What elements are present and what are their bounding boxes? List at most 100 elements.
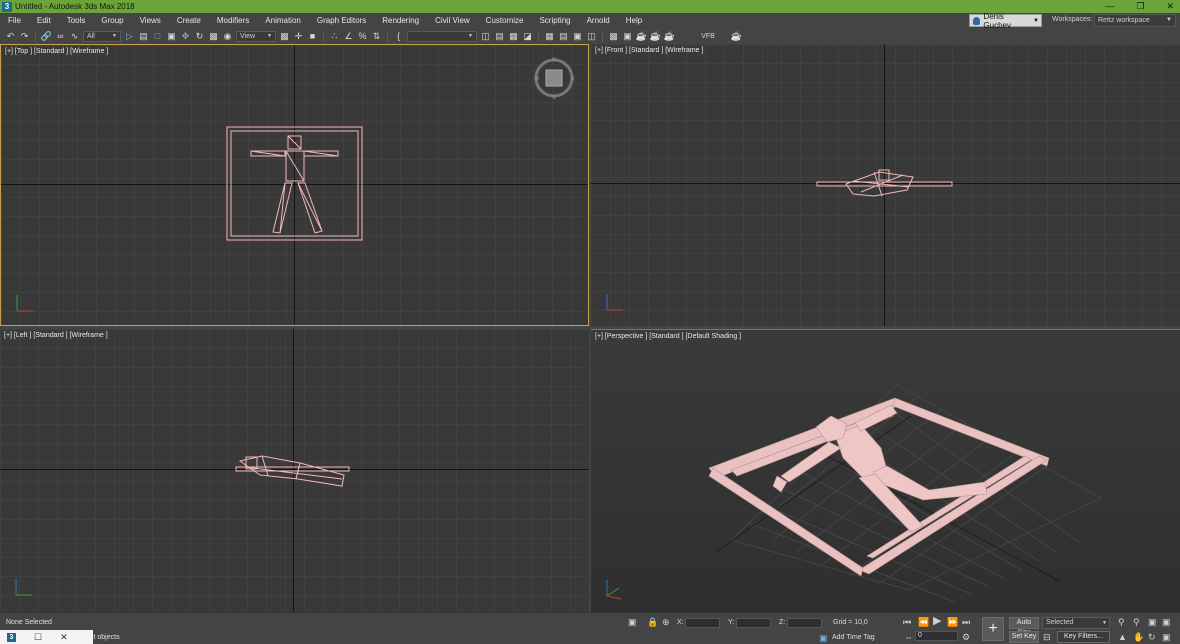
render-activeshade-icon[interactable]: ☕ — [664, 31, 675, 42]
y-coordinate-field[interactable] — [736, 618, 771, 628]
go-to-end-icon[interactable]: ⏭ — [962, 617, 970, 627]
pan-view-icon[interactable]: ✋ — [1133, 632, 1144, 642]
toggle-scene-explorer-icon[interactable]: ▦ — [508, 31, 519, 42]
menu-help[interactable]: Help — [618, 16, 650, 25]
toggle-layer-explorer-icon[interactable]: ◪ — [522, 31, 533, 42]
restore-icon[interactable]: ❐ — [1136, 0, 1144, 13]
viewport-left[interactable]: [+] [Left ] [Standard ] [Wireframe ] — [0, 329, 589, 612]
zoom-extents-all-icon[interactable]: ▣ — [1162, 617, 1171, 627]
rectangular-selection-icon[interactable]: □ — [152, 31, 163, 42]
material-editor-icon[interactable]: ◫ — [586, 31, 597, 42]
play-icon[interactable]: ▶ — [933, 616, 941, 627]
schematic-view-icon[interactable]: ▣ — [572, 31, 583, 42]
previous-frame-icon[interactable]: ⏪ — [918, 617, 929, 627]
time-configuration-icon[interactable]: ⚙ — [962, 632, 970, 642]
menu-scripting[interactable]: Scripting — [531, 16, 578, 25]
bind-space-warp-icon[interactable]: ∿ — [69, 31, 80, 42]
select-and-rotate-icon[interactable]: ↻ — [194, 31, 205, 42]
zoom-icon[interactable]: ⚲ — [1118, 617, 1125, 627]
user-account-dropdown[interactable]: Denis Guchev ▼ — [969, 12, 1042, 30]
absolute-mode-icon[interactable]: ⊕ — [662, 617, 670, 627]
menu-file[interactable]: File — [0, 16, 29, 25]
viewport-front[interactable]: [+] [Front ] [Standard ] [Wireframe ] — [591, 44, 1180, 326]
isolate-selection-icon[interactable]: ▣ — [628, 617, 637, 627]
menu-group[interactable]: Group — [93, 16, 131, 25]
rendered-frame-window-icon[interactable]: ▣ — [622, 31, 633, 42]
set-key-big-button[interactable]: + — [982, 617, 1004, 641]
link-icon[interactable]: 🔗 — [41, 31, 52, 42]
close-icon[interactable]: ✕ — [60, 632, 68, 643]
selection-status: None Selected — [6, 619, 52, 626]
menu-animation[interactable]: Animation — [257, 16, 309, 25]
next-frame-icon[interactable]: ⏩ — [947, 617, 958, 627]
z-coordinate-field[interactable] — [787, 618, 822, 628]
toggle-ribbon-icon[interactable]: ▦ — [544, 31, 555, 42]
selection-filter-dropdown[interactable]: All ▼ — [83, 30, 121, 42]
time-tag-icon[interactable]: ▣ — [819, 633, 828, 643]
zoom-extents-icon[interactable]: ▣ — [1148, 617, 1157, 627]
perspective-scene — [708, 384, 1103, 603]
menu-edit[interactable]: Edit — [29, 16, 59, 25]
x-coordinate-field[interactable] — [685, 618, 720, 628]
undo-icon[interactable]: ↶ — [5, 31, 16, 42]
menu-customize[interactable]: Customize — [478, 16, 532, 25]
pivot-center-icon[interactable]: ▩ — [279, 31, 290, 42]
menu-tools[interactable]: Tools — [59, 16, 94, 25]
key-mode-toggle-icon[interactable]: ⇔ — [904, 632, 913, 642]
viewcube[interactable]: N W E S — [1, 45, 589, 326]
orbit-icon[interactable]: ↻ — [1148, 632, 1156, 642]
redo-icon[interactable]: ↷ — [19, 31, 30, 42]
menu-civil-view[interactable]: Civil View — [427, 16, 478, 25]
select-and-place-icon[interactable]: ◉ — [222, 31, 233, 42]
go-to-start-icon[interactable]: ⏮ — [903, 617, 911, 627]
auto-key-button[interactable]: Auto Key — [1009, 617, 1039, 636]
keyboard-shortcut-override-icon[interactable]: ■ — [307, 31, 318, 42]
align-icon[interactable]: ▤ — [494, 31, 505, 42]
reference-coordinate-dropdown[interactable]: View ▼ — [236, 30, 276, 42]
unlink-icon[interactable]: ∞ — [55, 31, 66, 42]
snaps-toggle-icon[interactable]: ∴ — [329, 31, 340, 42]
select-by-name-icon[interactable]: ▤ — [138, 31, 149, 42]
minimize-icon[interactable]: — — [1105, 0, 1114, 13]
menu-views[interactable]: Views — [132, 16, 169, 25]
named-selection-dropdown[interactable]: ▼ — [407, 30, 477, 42]
menu-arnold[interactable]: Arnold — [579, 16, 618, 25]
restore-icon[interactable]: ☐ — [34, 632, 42, 643]
menu-create[interactable]: Create — [169, 16, 209, 25]
select-and-scale-icon[interactable]: ▩ — [208, 31, 219, 42]
key-selection-dropdown[interactable]: Selected ▼ — [1042, 617, 1110, 629]
menu-graph-editors[interactable]: Graph Editors — [309, 16, 374, 25]
menu-modifiers[interactable]: Modifiers — [209, 16, 257, 25]
current-frame-field[interactable]: 0 — [915, 631, 958, 641]
angle-snap-icon[interactable]: ∠ — [343, 31, 354, 42]
left-wireframe — [235, 455, 350, 487]
select-and-move-icon[interactable]: ✥ — [180, 31, 191, 42]
key-filters-button[interactable]: Key Filters... — [1057, 631, 1110, 643]
field-of-view-icon[interactable]: ▲ — [1118, 632, 1127, 642]
lock-selection-icon[interactable]: 🔒 — [647, 617, 658, 627]
curve-editor-icon[interactable]: ▤ — [558, 31, 569, 42]
close-icon[interactable]: ✕ — [1166, 0, 1174, 13]
render-setup-icon[interactable]: ▩ — [608, 31, 619, 42]
menu-rendering[interactable]: Rendering — [374, 16, 427, 25]
menu-bar: File Edit Tools Group Views Create Modif… — [0, 12, 1180, 30]
set-key-button[interactable]: Set Key — [1009, 631, 1039, 643]
mirror-icon[interactable]: ◫ — [480, 31, 491, 42]
render-iterative-icon[interactable]: ☕ — [650, 31, 661, 42]
workspace-dropdown[interactable]: Rettz workspace ▼ — [1094, 14, 1176, 27]
window-crossing-icon[interactable]: ▣ — [166, 31, 177, 42]
teapot-icon[interactable]: ☕ — [731, 31, 742, 42]
viewport-top[interactable]: [+] [Top ] [Standard ] [Wireframe ] N W … — [0, 44, 589, 326]
key-filters-icon[interactable]: ⊟ — [1043, 632, 1051, 642]
edit-named-selection-icon[interactable]: { — [393, 31, 404, 42]
select-manipulate-icon[interactable]: ✛ — [293, 31, 304, 42]
spinner-snap-icon[interactable]: ⇅ — [371, 31, 382, 42]
viewport-perspective[interactable]: [+] [Perspective ] [Standard ] [Default … — [591, 329, 1180, 612]
add-time-tag[interactable]: Add Time Tag — [832, 634, 875, 641]
vfb-button[interactable]: VFB — [699, 31, 717, 42]
maximize-viewport-icon[interactable]: ▣ — [1162, 632, 1171, 642]
render-production-icon[interactable]: ☕ — [636, 31, 647, 42]
zoom-all-icon[interactable]: ⚲ — [1133, 617, 1140, 627]
percent-snap-icon[interactable]: % — [357, 31, 368, 42]
select-object-icon[interactable]: ▷ — [124, 31, 135, 42]
